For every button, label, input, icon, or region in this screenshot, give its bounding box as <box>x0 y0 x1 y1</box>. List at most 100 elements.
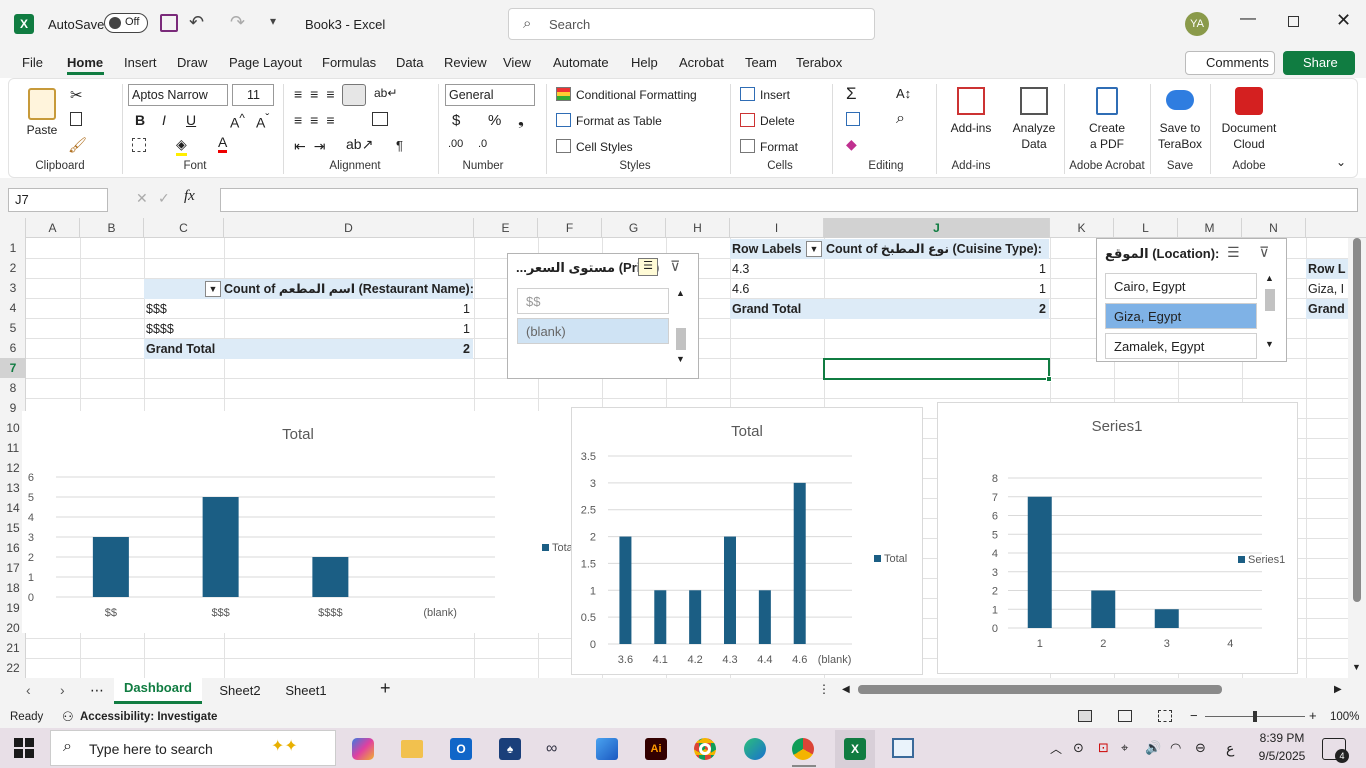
accessibility-icon[interactable]: ⚇ <box>62 709 74 725</box>
increase-decimal-icon[interactable]: .00 <box>448 138 463 150</box>
orientation-icon[interactable]: ab↗ <box>346 136 373 153</box>
scroll-up-icon[interactable]: ▲ <box>676 288 685 298</box>
edge-icon[interactable] <box>744 738 766 760</box>
clear-filter-icon[interactable]: ⊽ <box>670 258 680 275</box>
chart-rating-total[interactable]: Total 0 0.5 1 1.5 2 2.5 3 3.5 3.6 4.1 4.2 4.3 4.4 4.6 (… <box>571 407 923 675</box>
pivot3-row-labels[interactable]: Row L <box>1306 259 1348 279</box>
add-sheet-icon[interactable]: + <box>380 678 391 699</box>
security-icon[interactable]: ⊡ <box>1098 740 1109 756</box>
clock-date[interactable]: 9/5/2025 <box>1254 749 1310 763</box>
row-header-6[interactable]: 6 <box>0 338 26 358</box>
name-box[interactable]: J7 <box>8 188 108 212</box>
volume-icon[interactable]: 🔊 <box>1145 740 1161 756</box>
battery-icon[interactable]: ⊖ <box>1195 740 1206 756</box>
vertical-scroll-thumb[interactable] <box>1353 238 1361 602</box>
row-header-5[interactable]: 5 <box>0 318 26 338</box>
tab-automate[interactable]: Automate <box>553 55 609 70</box>
column-header-L[interactable]: L <box>1114 218 1178 238</box>
cut-icon[interactable]: ✂ <box>70 86 83 104</box>
wrap-text-icon[interactable]: ab↵ <box>374 86 397 100</box>
clear-filter-icon[interactable]: ⊽ <box>1259 244 1269 261</box>
windows-start-icon[interactable] <box>14 738 34 758</box>
vertical-align-icons[interactable]: ≡≡≡ <box>294 86 343 102</box>
autosum-icon[interactable]: Σ <box>846 84 857 104</box>
sort-filter-icon[interactable]: A↕ <box>896 86 911 101</box>
wifi-icon[interactable]: ◠ <box>1170 740 1181 756</box>
analyze-data-button[interactable]: Analyze Data <box>1008 120 1060 152</box>
paste-icon[interactable] <box>28 88 56 120</box>
zoom-out-icon[interactable]: − <box>1190 708 1198 723</box>
format-cells-button[interactable]: Format <box>760 140 798 154</box>
slicer-item-selected[interactable]: Giza, Egypt <box>1105 303 1257 329</box>
clock-time[interactable]: 8:39 PM <box>1254 731 1310 745</box>
currency-icon[interactable]: $ <box>452 112 460 129</box>
tab-terabox[interactable]: Terabox <box>796 55 842 70</box>
create-pdf-button[interactable]: Create a PDF <box>1080 120 1134 152</box>
insert-function-icon[interactable]: fx <box>184 188 195 205</box>
percent-icon[interactable]: % <box>488 112 501 129</box>
document-cloud-button[interactable]: Document Cloud <box>1214 120 1284 152</box>
autosave-toggle[interactable]: Off <box>104 13 148 33</box>
close-icon[interactable]: ✕ <box>1336 10 1351 31</box>
chart-price-total[interactable]: Total 0 1 2 3 4 5 6 $$ $$$ $$$$ (blank) Total <box>22 411 577 633</box>
scroll-down-icon[interactable]: ▼ <box>1352 662 1361 672</box>
save-icon[interactable] <box>160 14 178 32</box>
comma-icon[interactable]: ❟ <box>518 112 524 129</box>
zoom-level[interactable]: 100% <box>1330 711 1359 723</box>
chrome-profile-icon[interactable] <box>792 738 814 760</box>
column-header-D[interactable]: D <box>224 218 474 238</box>
share-button[interactable]: Share <box>1283 51 1355 75</box>
fill-color-icon[interactable]: ◈ <box>176 136 187 156</box>
scroll-down-icon[interactable]: ▼ <box>1265 339 1274 349</box>
tab-draw[interactable]: Draw <box>177 55 207 70</box>
row-header-7[interactable]: 7 <box>0 358 26 378</box>
photos-icon[interactable] <box>596 738 618 760</box>
tab-splitter-icon[interactable]: ⋮ <box>818 682 830 696</box>
sheet-tab-dashboard[interactable]: Dashboard <box>114 678 202 704</box>
find-select-icon[interactable]: ⌕ <box>896 110 905 128</box>
page-break-view-icon[interactable] <box>1158 710 1172 722</box>
infinity-app-icon[interactable]: ∞ <box>546 740 557 758</box>
chrome-icon[interactable] <box>694 738 716 760</box>
number-format-select[interactable]: General <box>445 84 535 106</box>
formula-input[interactable] <box>220 188 1358 212</box>
conditional-formatting-button[interactable]: Conditional Formatting <box>576 88 697 102</box>
column-header-A[interactable]: A <box>26 218 80 238</box>
selected-cell-j7[interactable] <box>823 358 1050 380</box>
column-header-J[interactable]: J <box>824 218 1050 238</box>
tab-insert[interactable]: Insert <box>124 55 157 70</box>
chart-series1[interactable]: Series1 0 1 2 3 4 5 6 7 8 1 2 3 4 Series1 <box>937 402 1298 674</box>
font-name-select[interactable]: Aptos Narrow <box>128 84 228 106</box>
multi-select-icon[interactable]: ☰ <box>638 258 658 276</box>
column-header-C[interactable]: C <box>144 218 224 238</box>
copy-icon[interactable] <box>70 112 82 126</box>
search-box[interactable]: ⌕ Search <box>508 8 875 40</box>
row-header-4[interactable]: 4 <box>0 298 26 318</box>
cell-styles-button[interactable]: Cell Styles <box>576 140 633 154</box>
insert-cells-button[interactable]: Insert <box>760 88 790 102</box>
network-status-icon[interactable]: ⊙ <box>1073 740 1084 756</box>
save-to-terabox-button[interactable]: Save to TeraBox <box>1152 120 1208 152</box>
vertical-scrollbar[interactable]: ▲ ▼ <box>1348 238 1366 678</box>
tab-home[interactable]: Home <box>67 55 103 70</box>
user-avatar[interactable]: YA <box>1185 12 1209 36</box>
tab-file[interactable]: File <box>22 55 43 70</box>
fill-icon[interactable] <box>846 112 860 126</box>
column-header-F[interactable]: F <box>538 218 602 238</box>
illustrator-icon[interactable]: Ai <box>645 738 667 760</box>
outlook-icon[interactable]: O <box>450 738 472 760</box>
zoom-in-icon[interactable]: + <box>1309 708 1317 723</box>
decrease-font-icon[interactable]: Aˇ <box>256 112 269 131</box>
file-explorer-icon[interactable] <box>401 740 423 758</box>
column-header-N[interactable]: N <box>1242 218 1306 238</box>
font-color-icon[interactable]: A <box>218 134 228 153</box>
merge-center-icon[interactable] <box>372 112 388 126</box>
tab-data[interactable]: Data <box>396 55 423 70</box>
increase-font-icon[interactable]: A^ <box>230 112 245 131</box>
italic-icon[interactable]: I <box>162 112 166 128</box>
normal-view-icon[interactable] <box>1078 710 1092 722</box>
delete-cells-button[interactable]: Delete <box>760 114 795 128</box>
decrease-decimal-icon[interactable]: .0 <box>478 138 487 150</box>
tab-review[interactable]: Review <box>444 55 487 70</box>
tab-team[interactable]: Team <box>745 55 777 70</box>
